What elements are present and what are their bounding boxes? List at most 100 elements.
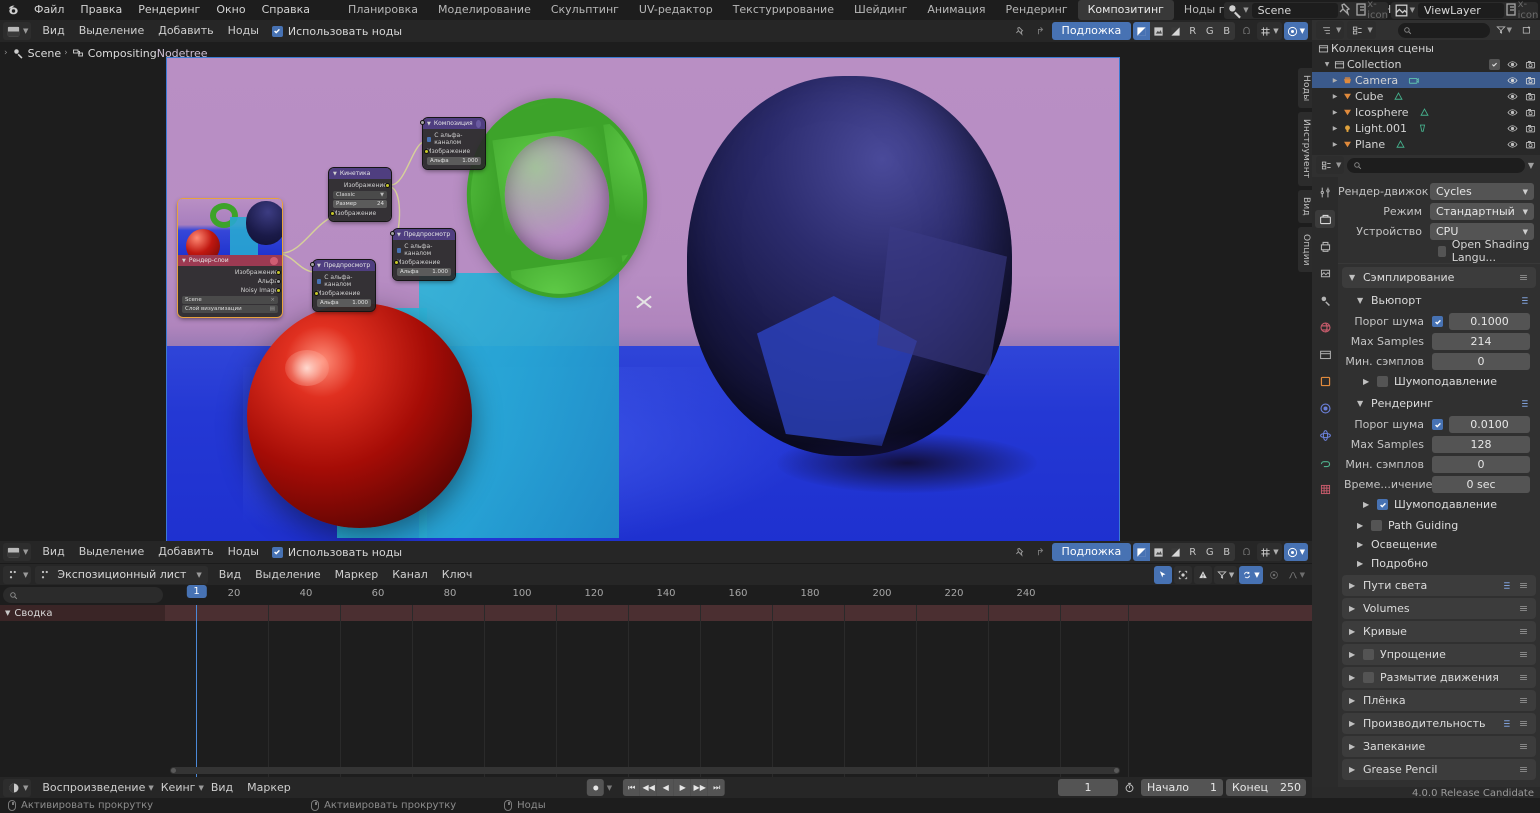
eye-icon[interactable] <box>1506 90 1518 102</box>
timeline-menu-keying[interactable]: Кеинг <box>154 778 203 798</box>
node-render-layers[interactable]: ▼ Рендер-слои Изображение Альфа <box>178 199 282 317</box>
timeline-menu-playback[interactable]: Воспроизведение <box>35 778 152 798</box>
node-menu-view-2[interactable]: Вид <box>35 542 71 562</box>
node-alpha-field[interactable]: Альфа 1.000 <box>317 299 371 307</box>
jump-to-start-icon[interactable]: ⏮ <box>623 779 640 796</box>
properties-tab-constraints[interactable] <box>1315 453 1335 471</box>
socket-alpha-in[interactable] <box>310 262 315 267</box>
dopesheet-editor-type-selector[interactable]: ▼ <box>3 566 31 584</box>
node-output-noisy-image[interactable]: Noisy Image <box>182 286 278 295</box>
node-menu-add-2[interactable]: Добавить <box>151 542 220 562</box>
chevron-down-icon[interactable]: ▼ <box>1410 6 1415 14</box>
pin-icon[interactable] <box>1012 22 1030 40</box>
stopwatch-icon[interactable] <box>1121 779 1138 796</box>
outliner-row-camera[interactable]: ▶ Camera <box>1312 72 1540 88</box>
start-frame-field[interactable]: Начало 1 <box>1141 779 1223 796</box>
socket-alpha-in[interactable] <box>420 120 425 125</box>
node-viewer-1[interactable]: ▼ Предпросмотр С альфа-каналом Изображен… <box>393 229 455 280</box>
dopesheet-mode-selector[interactable]: Экспозиционный лист ▼ <box>35 566 207 584</box>
checkbox-unchecked-icon[interactable] <box>1438 246 1446 257</box>
outliner-display-mode-selector[interactable]: ▼ <box>1347 21 1375 39</box>
workspace-tab-shading[interactable]: Шейдинг <box>844 0 917 20</box>
outliner-row-collection[interactable]: ▼ Collection <box>1312 56 1540 72</box>
node-blur-size-field[interactable]: Размер 24 <box>333 200 387 208</box>
snap-increment-icon[interactable]: ▼ <box>1257 22 1281 40</box>
channel-blue-button[interactable]: B <box>1218 22 1235 40</box>
properties-tab-world[interactable] <box>1315 318 1335 336</box>
expand-triangle-icon[interactable]: ▶ <box>1330 125 1340 132</box>
workspace-tab-modeling[interactable]: Моделирование <box>428 0 541 20</box>
backdrop-toggle-2[interactable]: Подложка <box>1052 543 1132 561</box>
panel-header-sampling[interactable]: ▼ Сэмплирование <box>1342 267 1536 288</box>
current-frame-field[interactable]: 1 <box>1058 779 1118 796</box>
channel-color-alpha-icon[interactable] <box>1133 22 1150 40</box>
blender-logo-icon[interactable] <box>0 0 26 20</box>
eye-icon[interactable] <box>1506 138 1518 150</box>
go-to-parent-icon[interactable] <box>1032 22 1050 40</box>
node-header[interactable]: ▼ Рендер-слои <box>178 255 282 266</box>
render-camera-icon[interactable] <box>1524 58 1536 70</box>
go-to-parent-icon[interactable] <box>1032 543 1050 561</box>
node-collapse-icon[interactable]: ▼ <box>317 263 321 269</box>
render-camera-icon[interactable] <box>1524 74 1536 86</box>
panel-menu-icon[interactable] <box>1518 603 1529 614</box>
panel-header-volumes[interactable]: ▶ Volumes <box>1342 598 1536 619</box>
cursor-icon[interactable] <box>1154 566 1172 584</box>
eye-icon[interactable] <box>1506 74 1518 86</box>
node-menu-view[interactable]: Вид <box>35 21 71 41</box>
filter-icon[interactable]: ▼ <box>1214 566 1237 584</box>
x-icon[interactable]: × <box>270 297 275 303</box>
scene-name-field[interactable]: Scene <box>1252 3 1338 18</box>
collection-checkbox[interactable] <box>1489 59 1500 70</box>
snap-increment-icon[interactable]: ▼ <box>1257 543 1281 561</box>
panel-header-lights[interactable]: ▶ Освещение <box>1350 535 1536 554</box>
workspace-tab-animation[interactable]: Анимация <box>917 0 995 20</box>
panel-header-curves[interactable]: ▶ Кривые <box>1342 621 1536 642</box>
dopesheet-menu-marker[interactable]: Маркер <box>328 565 386 585</box>
panel-menu-icon[interactable] <box>1518 695 1529 706</box>
new-collection-icon[interactable] <box>1518 21 1536 39</box>
node-collapse-icon[interactable]: ▼ <box>182 258 186 264</box>
backdrop-toggle[interactable]: Подложка <box>1052 22 1132 40</box>
node-viewer-2[interactable]: ▼ Предпросмотр С альфа-каналом Изображен… <box>313 260 375 311</box>
channel-blue-button[interactable]: B <box>1218 543 1235 561</box>
keyframe-area[interactable]: 1 <box>165 605 1312 778</box>
use-nodes-toggle-2[interactable]: Использовать ноды <box>266 542 408 562</box>
render-max-samples-value[interactable]: 128 <box>1432 436 1530 453</box>
workspace-tab-rendering[interactable]: Рендеринг <box>996 0 1078 20</box>
properties-body[interactable]: Рендер-движок Cycles ▼ Режим Стандартный… <box>1338 177 1540 787</box>
node-output-image[interactable]: Изображение <box>333 181 387 190</box>
pin-icon[interactable] <box>1012 543 1030 561</box>
sidebar-tab-view[interactable]: Вид <box>1298 190 1312 223</box>
panel-header-bake[interactable]: ▶ Запекание <box>1342 736 1536 757</box>
menu-render[interactable]: Рендеринг <box>130 0 208 20</box>
magnet-icon[interactable] <box>1237 543 1255 561</box>
menu-edit[interactable]: Правка <box>72 0 130 20</box>
feature-set-select[interactable]: Стандартный ▼ <box>1430 203 1534 220</box>
node-output-image[interactable]: Изображение <box>182 268 278 277</box>
expand-triangle-icon[interactable]: ▶ <box>1330 141 1340 148</box>
render-camera-icon[interactable] <box>1524 122 1536 134</box>
scroll-handle-left[interactable] <box>171 768 176 773</box>
socket-image-in[interactable] <box>424 149 429 154</box>
view-layer-name-field[interactable]: ViewLayer <box>1418 3 1504 18</box>
playhead[interactable]: 1 <box>196 605 197 778</box>
properties-search-input[interactable] <box>1347 158 1524 173</box>
osl-row[interactable]: Open Shading Langu... <box>1438 242 1540 260</box>
socket-image-in[interactable] <box>314 291 319 296</box>
node-header[interactable]: ▼ Предпросмотр <box>393 229 455 240</box>
channel-red-button[interactable]: R <box>1184 22 1201 40</box>
panel-header-performance[interactable]: ▶ Производительность <box>1342 713 1536 734</box>
render-camera-icon[interactable] <box>1524 90 1536 102</box>
chevron-down-icon[interactable]: ▼ <box>1528 161 1536 170</box>
channel-alpha-icon[interactable] <box>1167 543 1184 561</box>
node-alpha-field[interactable]: Альфа 1.000 <box>397 268 451 276</box>
workspace-tab-layout[interactable]: Планировка <box>338 0 428 20</box>
channel-green-button[interactable]: G <box>1201 543 1218 561</box>
dopesheet-menu-view[interactable]: Вид <box>212 565 248 585</box>
panel-menu-icon[interactable] <box>1518 672 1529 683</box>
node-collapse-icon[interactable]: ▼ <box>397 232 401 238</box>
current-frame-indicator[interactable]: 1 <box>186 585 206 598</box>
properties-tab-tool[interactable] <box>1315 183 1335 201</box>
outliner-row-plane[interactable]: ▶ Plane <box>1312 136 1540 152</box>
